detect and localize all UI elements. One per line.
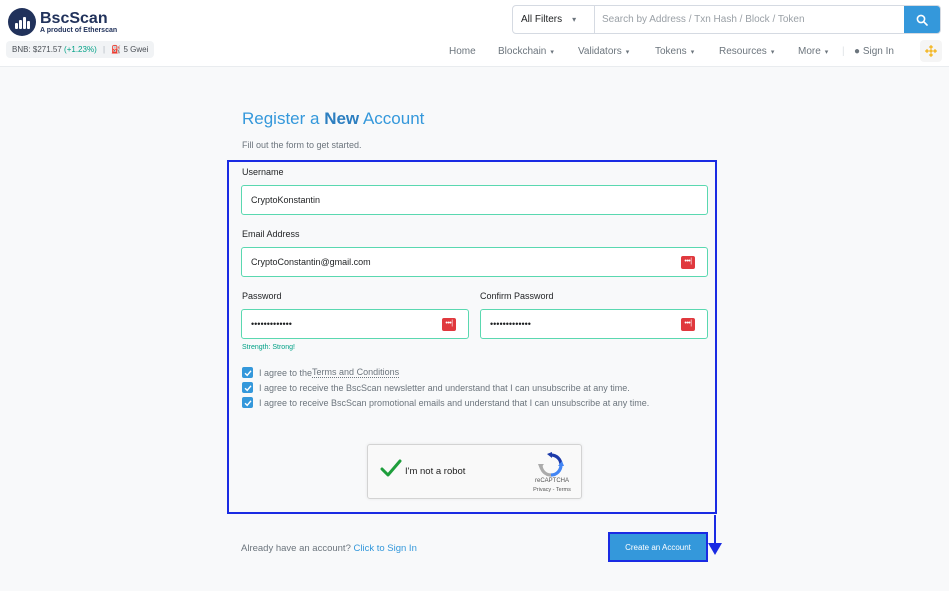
logo-subtitle: A product of Etherscan [40,26,118,34]
sign-in-prompt: Already have an account? Click to Sign I… [241,543,417,554]
nav-sign-in-label: Sign In [862,45,894,57]
page-subtitle: Fill out the form to get started. [242,140,362,150]
email-label: Email Address [242,229,300,239]
confirm-password-label: Confirm Password [480,291,554,301]
bscscan-logo[interactable]: BscScan A product of Etherscan [8,8,117,36]
username-label: Username [242,167,284,177]
recaptcha-terms[interactable]: Privacy - Terms [526,487,578,493]
chevron-down-icon: ▾ [550,48,554,56]
annotation-arrow-icon [708,515,722,555]
nav-home[interactable]: Home [449,46,476,57]
nav-more[interactable]: More ▾ [798,46,828,57]
nav-validators-label: Validators [578,45,622,57]
green-check-icon [380,459,402,477]
nav-sign-in[interactable]: ● Sign In [854,46,894,57]
nav-tokens-label: Tokens [655,45,687,57]
logo-title: BscScan [40,9,108,27]
logo-icon [8,8,36,36]
password-field[interactable]: •••| [241,309,469,339]
search-input[interactable] [595,6,904,33]
password-input[interactable] [251,310,468,338]
recaptcha-label: I'm not a robot [405,466,466,477]
nav-blockchain[interactable]: Blockchain ▾ [498,46,554,57]
terms-checkbox[interactable] [242,367,253,378]
gas-price: 5 Gwei [123,45,149,54]
recaptcha-checkbox[interactable] [380,459,402,484]
terms-link[interactable]: Terms and Conditions [312,367,400,378]
search-bar: All Filters ▾ [512,5,941,34]
confirm-password-field[interactable]: •••| [480,309,708,339]
bnb-price: BNB: $271.57 [12,45,62,54]
price-ticker: BNB: $271.57 (+1.23%) | ⛽ 5 Gwei [6,41,155,58]
nav-resources[interactable]: Resources ▾ [719,46,774,57]
bnb-logo-icon [925,45,937,57]
user-icon: ● [854,45,861,57]
check-icon [244,399,252,406]
password-manager-icon[interactable]: •••| [442,318,456,331]
chevron-down-icon: ▾ [572,15,577,24]
gas-icon: ⛽ [111,45,122,54]
chevron-down-icon: ▾ [625,48,630,56]
already-account-text: Already have an account? [241,543,354,554]
sign-in-link[interactable]: Click to Sign In [354,543,417,554]
check-icon [244,369,252,376]
check-icon [244,384,252,391]
search-icon [916,14,928,26]
password-label: Password [242,291,282,301]
recaptcha-widget[interactable]: I'm not a robot reCAPTCHA Privacy - Term… [367,444,582,499]
chevron-down-icon: ▾ [824,48,829,56]
nav-tokens[interactable]: Tokens ▾ [655,46,694,57]
username-field[interactable] [241,185,708,215]
chevron-down-icon: ▾ [690,48,695,56]
password-manager-icon[interactable]: •••| [681,318,695,331]
chevron-down-icon: ▾ [770,48,775,56]
search-button[interactable] [904,6,940,33]
recaptcha-brand: reCAPTCHA [534,478,569,484]
promo-checkbox-label: I agree to receive BscScan promotional e… [259,397,650,408]
newsletter-checkbox-label: I agree to receive the BscScan newslette… [259,382,630,393]
create-account-button[interactable]: Create an Account [608,532,708,562]
newsletter-checkbox[interactable] [242,382,253,393]
page-title: Register a New Account [242,109,425,128]
search-filter-label: All Filters [521,14,563,25]
nav-blockchain-label: Blockchain [498,45,547,57]
password-manager-icon[interactable]: •••| [681,256,695,269]
terms-checkbox-row: I agree to the Terms and Conditions [242,367,400,378]
nav-divider: | [842,45,845,57]
terms-checkbox-label: I agree to the [259,367,313,378]
email-field[interactable]: •••| [241,247,708,277]
promo-checkbox-row: I agree to receive BscScan promotional e… [242,397,649,408]
nav-validators[interactable]: Validators ▾ [578,46,629,57]
bnb-network-icon[interactable] [920,40,942,62]
confirm-password-input[interactable] [490,310,707,338]
nav-resources-label: Resources [719,45,767,57]
newsletter-checkbox-row: I agree to receive the BscScan newslette… [242,382,630,393]
password-strength: Strength: Strong! [242,344,295,351]
username-input[interactable] [251,186,707,214]
price-change: (+1.23%) [64,45,97,54]
nav-more-label: More [798,45,821,57]
site-header: BscScan A product of Etherscan BNB: $271… [0,0,949,67]
promo-checkbox[interactable] [242,397,253,408]
search-filter-select[interactable]: All Filters ▾ [513,6,595,33]
email-input[interactable] [251,248,707,276]
